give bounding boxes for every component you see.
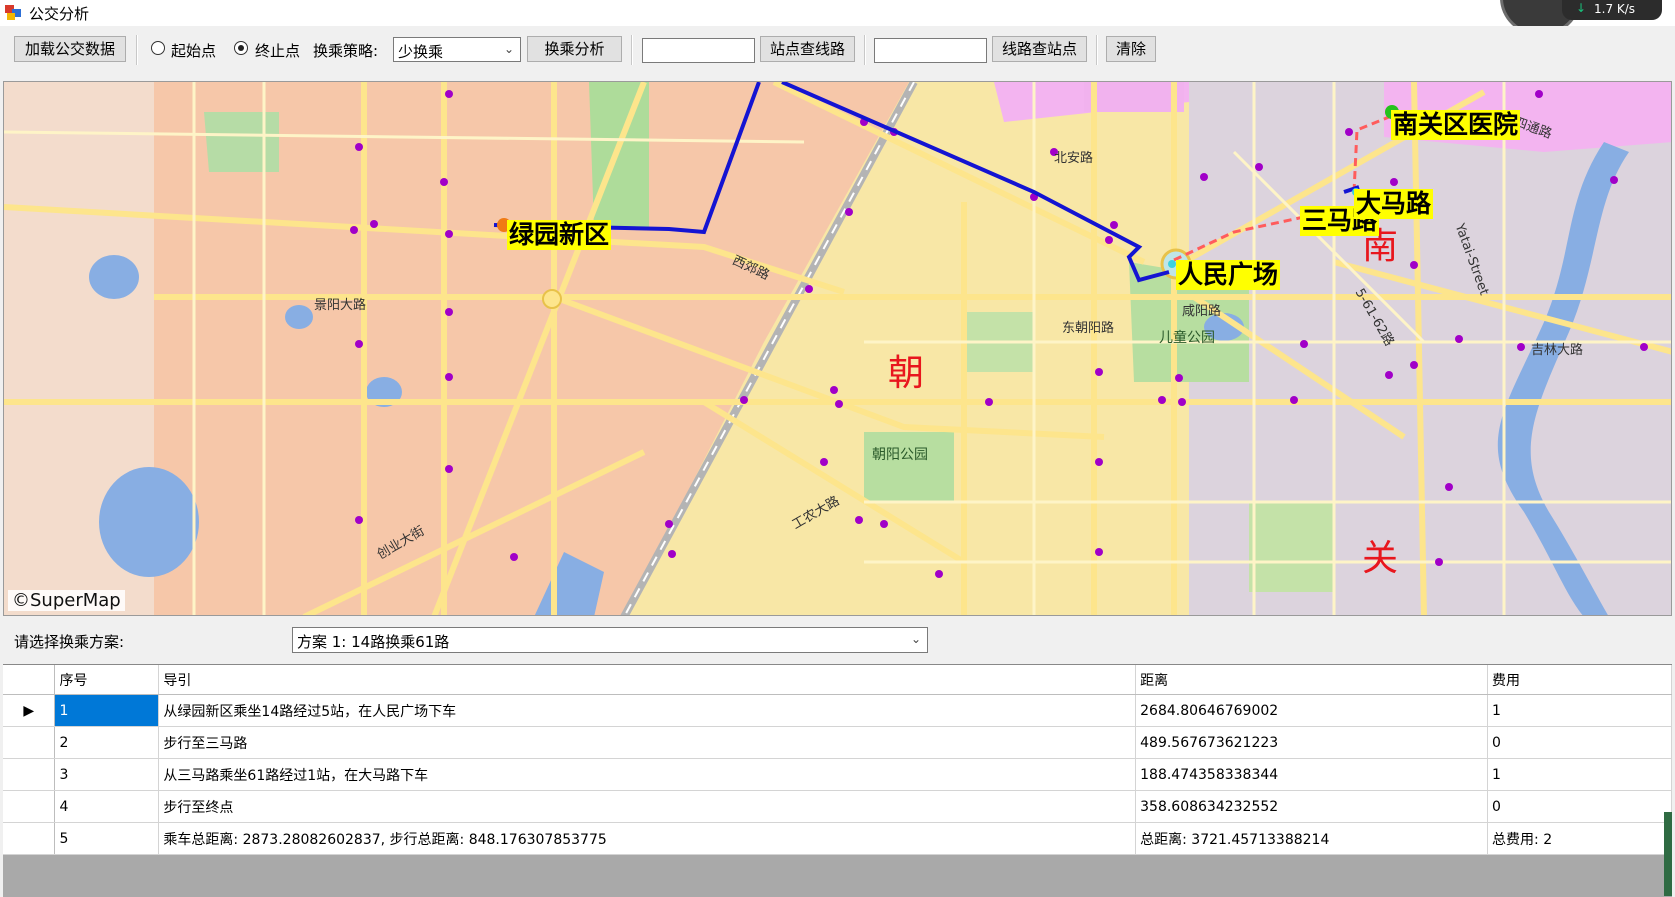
station-query-lines-button[interactable]: 站点查线路	[760, 36, 855, 62]
window-edge-decoration	[1664, 812, 1672, 896]
window-title: 公交分析	[29, 5, 90, 23]
map-view[interactable]: 景阳大路 西郊路 东朝阳路 咸阳路 北安路 四通路 吉林大路 5-61-62路 …	[3, 81, 1672, 616]
street-label: 东朝阳路	[1062, 321, 1115, 336]
load-bus-data-button[interactable]: 加载公交数据	[14, 36, 126, 62]
street-label: 北安路	[1054, 151, 1094, 166]
transfer-plan-value: 方案 1: 14路换乘61路	[297, 633, 450, 651]
start-stop-label: 绿园新区	[507, 220, 612, 250]
table-cell[interactable]: 188.474358338344	[1135, 758, 1489, 791]
district-label: 关	[1362, 538, 1399, 579]
table-cell[interactable]: 从绿园新区乘坐14路经过5站，在人民广场下车	[158, 694, 1137, 727]
table-row[interactable]: 5 乘车总距离: 2873.28082602837, 步行总距离: 848.17…	[3, 822, 1672, 855]
column-header-distance[interactable]: 距离	[1135, 665, 1489, 695]
street-label: 咸阳路	[1182, 304, 1222, 319]
plan-select-label: 请选择换乘方案:	[14, 633, 125, 651]
current-row-arrow-icon[interactable]: ▶	[3, 694, 56, 727]
end-point-radio[interactable]	[234, 41, 248, 55]
row-header[interactable]	[3, 726, 56, 759]
table-cell[interactable]: 358.608634232552	[1135, 790, 1489, 823]
result-grid: 序号 导引 距离 费用 ▶ 1 从绿园新区乘坐14路经过5站，在人民广场下车 2…	[3, 664, 1672, 897]
table-cell[interactable]: 5	[54, 822, 160, 855]
table-cell[interactable]: 总距离: 3721.45713388214	[1135, 822, 1489, 855]
toolbar: 加载公交数据 起始点 终止点 换乘策略: 少换乘 ⌄ 换乘分析 站点查线路 线路…	[0, 26, 1675, 76]
column-header-cost[interactable]: 费用	[1487, 665, 1672, 695]
table-cell[interactable]: 乘车总距离: 2873.28082602837, 步行总距离: 848.1763…	[158, 822, 1137, 855]
table-cell[interactable]: 0	[1487, 726, 1672, 759]
toolbar-separator	[1096, 35, 1098, 65]
alight-stop-label: 大马路	[1354, 189, 1434, 219]
table-row[interactable]: 2 步行至三马路 489.567673621223 0	[3, 726, 1672, 759]
district-label: 朝	[888, 353, 925, 394]
table-cell[interactable]: 总费用: 2	[1487, 822, 1672, 855]
park-label: 朝阳公园	[872, 447, 928, 463]
table-cell[interactable]: 步行至终点	[158, 790, 1137, 823]
end-point-label[interactable]: 终止点	[255, 40, 300, 61]
title-bar: 公交分析 ✕	[0, 0, 1675, 26]
network-speed: 1.7 K/s	[1594, 2, 1636, 16]
table-cell[interactable]: 3	[54, 758, 160, 791]
transfer-strategy-select[interactable]: 少换乘 ⌄	[393, 37, 521, 62]
table-cell[interactable]: 2	[54, 726, 160, 759]
clear-button[interactable]: 清除	[1106, 36, 1156, 62]
transfer-alight-stop-label: 人民广场	[1176, 260, 1281, 290]
table-row[interactable]: ▶ 1 从绿园新区乘坐14路经过5站，在人民广场下车 2684.80646769…	[3, 694, 1672, 727]
destination-stop-label: 南关区医院	[1391, 110, 1521, 140]
download-arrow-icon: ↓	[1576, 1, 1587, 15]
table-row[interactable]: 4 步行至终点 358.608634232552 0	[3, 790, 1672, 823]
network-speed-panel: ↓ 1.7 K/s	[1562, 0, 1662, 20]
street-label: 吉林大路	[1531, 343, 1584, 358]
transfer-plan-select[interactable]: 方案 1: 14路换乘61路 ⌄	[292, 627, 928, 653]
table-cell[interactable]: 2684.80646769002	[1135, 694, 1489, 727]
app-icon	[5, 5, 21, 20]
result-table: 序号 导引 距离 费用 ▶ 1 从绿园新区乘坐14路经过5站，在人民广场下车 2…	[3, 665, 1672, 855]
row-header[interactable]	[3, 790, 56, 823]
table-row[interactable]: 3 从三马路乘坐61路经过1站，在大马路下车 188.474358338344 …	[3, 758, 1672, 791]
start-point-radio[interactable]	[151, 41, 165, 55]
map-copyright: ©SuperMap	[8, 590, 125, 611]
table-cell[interactable]: 从三马路乘坐61路经过1站，在大马路下车	[158, 758, 1137, 791]
chevron-down-icon: ⌄	[910, 632, 921, 646]
table-cell[interactable]: 4	[54, 790, 160, 823]
station-search-input[interactable]	[642, 38, 755, 63]
transfer-strategy-value: 少换乘	[398, 43, 444, 61]
chevron-down-icon: ⌄	[503, 42, 514, 56]
table-cell[interactable]: 1	[1487, 694, 1672, 727]
transfer-analysis-button[interactable]: 换乘分析	[527, 36, 622, 62]
toolbar-separator	[864, 35, 866, 65]
column-header-guide[interactable]: 导引	[158, 665, 1137, 695]
table-header-row: 序号 导引 距离 费用	[3, 665, 1672, 695]
row-header-corner	[3, 665, 56, 695]
table-cell[interactable]: 1	[54, 694, 160, 727]
table-cell[interactable]: 步行至三马路	[158, 726, 1137, 759]
table-cell[interactable]: 489.567673621223	[1135, 726, 1489, 759]
park-label: 儿童公园	[1159, 330, 1215, 346]
toolbar-separator	[136, 35, 138, 65]
line-query-stations-button[interactable]: 线路查站点	[992, 36, 1087, 62]
table-cell[interactable]: 1	[1487, 758, 1672, 791]
street-label: 景阳大路	[314, 298, 367, 313]
start-point-label[interactable]: 起始点	[171, 40, 216, 61]
row-header[interactable]	[3, 758, 56, 791]
row-header[interactable]	[3, 822, 56, 855]
column-header-index[interactable]: 序号	[54, 665, 160, 695]
map-canvas	[4, 82, 1671, 615]
toolbar-separator	[631, 35, 633, 65]
table-cell[interactable]: 0	[1487, 790, 1672, 823]
line-search-input[interactable]	[874, 38, 987, 63]
transfer-strategy-label: 换乘策略:	[313, 42, 379, 60]
